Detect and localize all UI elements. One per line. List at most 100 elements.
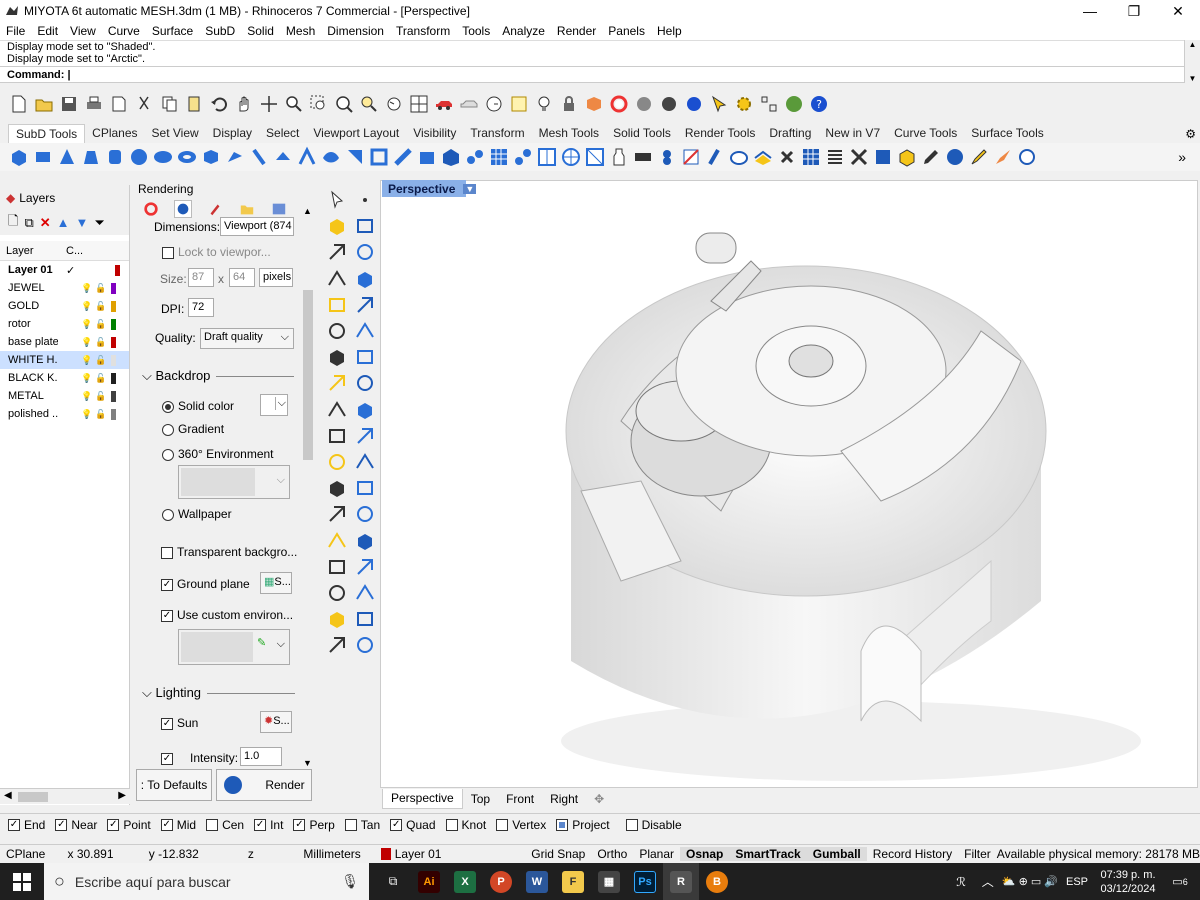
command-input[interactable]: Command: | xyxy=(0,66,1184,83)
render-button[interactable]: Render xyxy=(216,769,312,801)
subd-cube-icon[interactable] xyxy=(200,146,222,168)
menu-solid[interactable]: Solid xyxy=(241,24,280,38)
undo-icon[interactable] xyxy=(208,93,230,115)
visibility-bulb-icon[interactable]: 💡 xyxy=(80,409,94,420)
join-icon[interactable] xyxy=(354,399,376,421)
analyze-icon[interactable] xyxy=(326,608,348,630)
tab-render-tools[interactable]: Render Tools xyxy=(678,124,763,143)
copy-icon[interactable] xyxy=(158,93,180,115)
minimize-button[interactable]: — xyxy=(1068,0,1112,22)
point-icon[interactable] xyxy=(354,189,376,211)
checkbox-checked[interactable] xyxy=(556,818,569,831)
ellipse-icon[interactable] xyxy=(354,241,376,263)
subd-list-icon[interactable] xyxy=(824,146,846,168)
perspective-viewport[interactable] xyxy=(380,180,1198,788)
collapse-chevron-icon[interactable]: ⌵ xyxy=(142,685,152,700)
checkbox-box[interactable] xyxy=(344,818,357,831)
checkbox-checked[interactable]: ✓ xyxy=(160,818,173,831)
world-icon[interactable] xyxy=(783,93,805,115)
checkbox-box[interactable] xyxy=(625,818,638,831)
lock-checkbox-box[interactable] xyxy=(162,246,174,259)
menu-transform[interactable]: Transform xyxy=(390,24,456,38)
subd-bevel-icon[interactable] xyxy=(392,146,414,168)
split-icon[interactable] xyxy=(354,477,376,499)
layers-title[interactable]: Layers xyxy=(19,191,55,205)
osnap-perp[interactable]: ✓ Perp xyxy=(293,818,335,832)
checkbox-checked[interactable]: ✓ xyxy=(161,609,173,622)
lock-viewport-checkbox[interactable]: Lock to viewpor... xyxy=(162,245,271,259)
paste-icon[interactable] xyxy=(183,93,205,115)
layer-row[interactable]: GOLD 💡 🔓 xyxy=(0,297,129,315)
folder-icon[interactable] xyxy=(238,200,256,218)
cut-icon[interactable] xyxy=(133,93,155,115)
rotate-icon[interactable] xyxy=(354,425,376,447)
tab-right[interactable]: Right xyxy=(542,792,586,806)
box-solid-icon[interactable] xyxy=(326,346,348,368)
layer-color-swatch[interactable] xyxy=(115,264,120,276)
import-icon[interactable] xyxy=(108,93,130,115)
taskbar-calculator[interactable]: ▦ xyxy=(591,863,627,900)
scroll-down-icon[interactable]: ▼ xyxy=(303,758,312,768)
layer-color-swatch[interactable] xyxy=(111,300,116,312)
tab-top[interactable]: Top xyxy=(463,792,498,806)
material-sphere-icon[interactable] xyxy=(633,93,655,115)
dpi-input[interactable]: 72 xyxy=(188,298,214,317)
filter-icon[interactable]: ⏷ xyxy=(94,215,104,231)
checkbox-checked[interactable]: ✓ xyxy=(293,818,306,831)
language-indicator[interactable]: ESP xyxy=(1066,876,1088,888)
layer-row[interactable]: base plate 💡 🔓 xyxy=(0,333,129,351)
curve-cp-icon[interactable] xyxy=(354,215,376,237)
subd-patch-icon[interactable] xyxy=(584,146,606,168)
pointer-pen-icon[interactable] xyxy=(708,93,730,115)
mirror-icon[interactable] xyxy=(354,530,376,552)
scroll-up-icon[interactable]: ▲ xyxy=(303,206,312,216)
menu-view[interactable]: View xyxy=(64,24,102,38)
circle-icon[interactable] xyxy=(326,241,348,263)
print-icon[interactable] xyxy=(83,93,105,115)
visibility-bulb-icon[interactable]: 💡 xyxy=(80,319,94,330)
taskbar-illustrator[interactable]: Ai xyxy=(411,863,447,900)
subd-torus-icon[interactable] xyxy=(176,146,198,168)
lock-icon[interactable]: 🔓 xyxy=(94,391,108,402)
subd-brush-icon[interactable] xyxy=(968,146,990,168)
layer-color-swatch[interactable] xyxy=(111,336,116,348)
layer-row[interactable]: WHITE H... 💡🔓 xyxy=(0,351,129,369)
sphere-solid-icon[interactable] xyxy=(354,346,376,368)
rendering-scrollbar[interactable]: ▲ ▼ xyxy=(301,206,315,768)
wallpaper-radio[interactable]: Wallpaper xyxy=(162,507,232,521)
intensity-input[interactable]: 1.0 xyxy=(240,747,282,766)
column-current[interactable]: C... xyxy=(66,245,83,257)
layer-color-swatch[interactable] xyxy=(111,354,116,366)
radio-unselected[interactable] xyxy=(162,508,174,521)
visibility-bulb-icon[interactable]: 💡 xyxy=(80,373,94,384)
subd-view-icon[interactable] xyxy=(1016,146,1038,168)
microphone-icon[interactable]: 🎙 xyxy=(341,873,359,890)
trim-icon[interactable] xyxy=(326,477,348,499)
osnap-mid[interactable]: ✓ Mid xyxy=(160,818,196,832)
surface-edit-icon[interactable] xyxy=(354,320,376,342)
environment-radio[interactable]: 360° Environment xyxy=(162,447,274,461)
subd-fill-icon[interactable] xyxy=(344,146,366,168)
subd-mesh-grid-icon[interactable] xyxy=(560,146,582,168)
subd-globe-icon[interactable] xyxy=(944,146,966,168)
subd-grid-icon[interactable] xyxy=(488,146,510,168)
light-bulb-icon[interactable] xyxy=(533,93,555,115)
taskbar-search[interactable]: ○ Escribe aquí para buscar 🎙 xyxy=(44,863,369,900)
ground-plane-settings-button[interactable]: ▦S... xyxy=(260,572,292,594)
environment-sphere-icon[interactable] xyxy=(683,93,705,115)
move-icon[interactable] xyxy=(326,425,348,447)
group-icon[interactable] xyxy=(326,556,348,578)
rotate-view-icon[interactable] xyxy=(258,93,280,115)
osnap-int[interactable]: ✓ Int xyxy=(254,818,283,832)
more-tools-chevron-icon[interactable]: » xyxy=(1178,149,1186,165)
checkbox-checked[interactable]: ✓ xyxy=(390,818,403,831)
layer-color-swatch[interactable] xyxy=(111,408,116,420)
filter-button[interactable]: Filter xyxy=(958,847,997,861)
tab-set-view[interactable]: Set View xyxy=(145,124,206,143)
undo-view-icon[interactable] xyxy=(383,93,405,115)
environment-preview[interactable]: ⌵ xyxy=(178,465,290,499)
grid-snap-toggle[interactable]: Grid Snap xyxy=(525,847,591,861)
taskbar-rhino[interactable]: R xyxy=(663,863,699,900)
subd-loop-icon[interactable] xyxy=(656,146,678,168)
car-render-icon[interactable] xyxy=(433,93,455,115)
